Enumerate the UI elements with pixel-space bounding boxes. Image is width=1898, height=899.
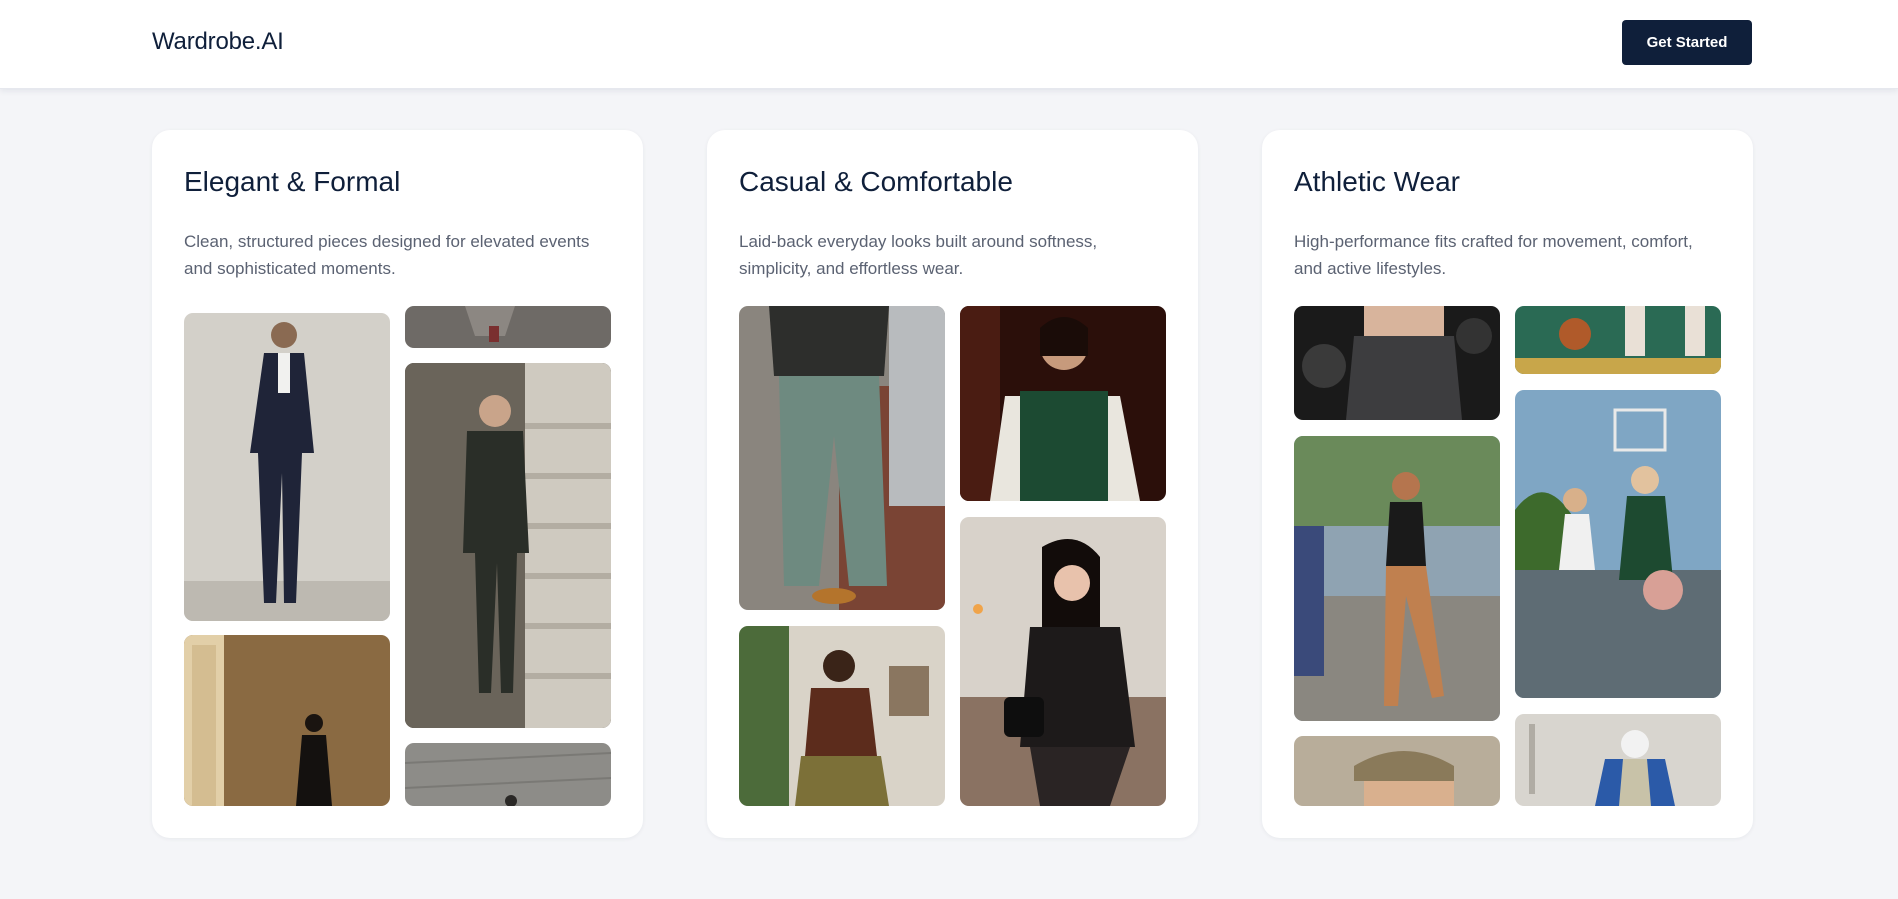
- get-started-button[interactable]: Get Started: [1622, 20, 1752, 65]
- photo-gallery: [739, 306, 1166, 806]
- gallery-photo[interactable]: [1294, 306, 1500, 420]
- gallery-photo[interactable]: [960, 517, 1166, 806]
- gallery-photo[interactable]: [739, 306, 945, 610]
- gallery-photo[interactable]: [1515, 390, 1721, 698]
- top-navbar: Wardrobe.AI Get Started: [0, 0, 1898, 89]
- category-card-athletic-wear[interactable]: Athletic Wear High-performance fits craf…: [1262, 130, 1753, 838]
- card-description: High-performance fits crafted for moveme…: [1294, 232, 1693, 278]
- category-card-elegant-formal[interactable]: Elegant & Formal Clean, structured piece…: [152, 130, 643, 838]
- gallery-photo[interactable]: [960, 306, 1166, 501]
- card-title: Elegant & Formal: [184, 166, 401, 197]
- gallery-photo[interactable]: [1294, 436, 1500, 721]
- gallery-photo[interactable]: [405, 743, 611, 806]
- card-title: Casual & Comfortable: [739, 166, 1013, 197]
- photo-gallery: [1294, 306, 1721, 806]
- gallery-photo[interactable]: [405, 306, 611, 348]
- gallery-photo[interactable]: [184, 313, 390, 621]
- gallery-photo[interactable]: [1515, 306, 1721, 374]
- gallery-photo[interactable]: [739, 626, 945, 806]
- gallery-photo[interactable]: [184, 635, 390, 806]
- card-title: Athletic Wear: [1294, 166, 1460, 197]
- photo-gallery: [184, 306, 611, 806]
- category-card-casual-comfortable[interactable]: Casual & Comfortable Laid-back everyday …: [707, 130, 1198, 838]
- gallery-photo[interactable]: [1294, 736, 1500, 806]
- gallery-photo[interactable]: [1515, 714, 1721, 806]
- gallery-photo[interactable]: [405, 363, 611, 728]
- brand-logo[interactable]: Wardrobe.AI: [152, 28, 284, 56]
- card-description: Clean, structured pieces designed for el…: [184, 232, 590, 278]
- card-description: Laid-back everyday looks built around so…: [739, 232, 1098, 278]
